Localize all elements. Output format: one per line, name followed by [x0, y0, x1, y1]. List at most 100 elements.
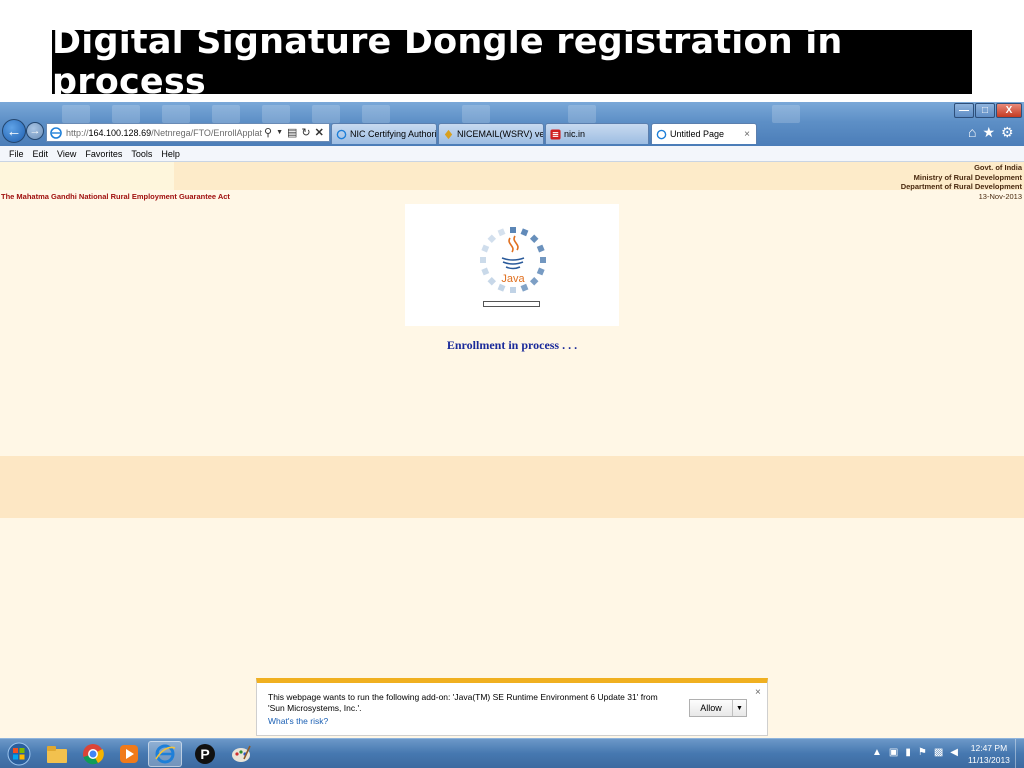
- menu-help[interactable]: Help: [161, 149, 180, 159]
- browser-titlebar: — □ X ← → http://164.100.128.69/Netnrega…: [0, 102, 1024, 146]
- taskbar-media-player[interactable]: [112, 741, 146, 767]
- page-footer-band: [0, 456, 1024, 518]
- notification-message: This webpage wants to run the following …: [268, 692, 658, 713]
- tab-nic-certifying-authority[interactable]: NIC Certifying Authority: [331, 123, 437, 144]
- desktop-thumbnail: [568, 105, 596, 123]
- spinner-segment: [529, 234, 539, 244]
- desktop-thumbnail: [462, 105, 490, 123]
- taskbar-explorer[interactable]: [40, 741, 74, 767]
- start-button[interactable]: [2, 741, 36, 767]
- scheme-name: The Mahatma Gandhi National Rural Employ…: [1, 192, 230, 201]
- java-applet: Java: [405, 204, 619, 326]
- spinner-segment: [480, 257, 486, 263]
- spinner-segment: [510, 227, 516, 233]
- svg-text:P: P: [200, 746, 209, 762]
- spinner-segment: [481, 244, 490, 253]
- menu-tools[interactable]: Tools: [131, 149, 152, 159]
- search-icon[interactable]: ⚲: [264, 126, 272, 139]
- desktop-thumbnail: [312, 105, 340, 123]
- chrome-icon: [83, 744, 104, 765]
- spinner-segment: [536, 244, 545, 253]
- volume-icon[interactable]: ◀: [950, 747, 958, 758]
- taskbar-paint[interactable]: [224, 741, 258, 767]
- header-line: Department of Rural Development: [900, 182, 1022, 191]
- ie-page-icon: [336, 129, 347, 139]
- java-logo-text: Java: [501, 273, 525, 285]
- password-app-icon: P: [195, 744, 215, 764]
- paint-icon: [232, 745, 251, 762]
- tab-label: NICEMAIL(WSRV) ver S...: [457, 129, 544, 139]
- forward-button[interactable]: →: [26, 122, 44, 140]
- tab-nicemail[interactable]: NICEMAIL(WSRV) ver S...: [438, 123, 544, 144]
- ie-page-icon: [656, 129, 667, 139]
- nic-logo-icon: [550, 128, 561, 140]
- menu-file[interactable]: File: [9, 149, 24, 159]
- desktop-thumbnail: [362, 105, 390, 123]
- spinner-segment: [497, 228, 506, 237]
- desktop-thumbnail: [262, 105, 290, 123]
- tab-label: Untitled Page: [670, 129, 725, 139]
- maximize-button[interactable]: □: [975, 103, 995, 118]
- menu-favorites[interactable]: Favorites: [85, 149, 122, 159]
- mail-icon: [444, 129, 453, 139]
- power-icon[interactable]: ▮: [905, 747, 911, 758]
- flag-icon[interactable]: ⚑: [918, 747, 927, 758]
- spinner-segment: [481, 267, 490, 276]
- desktop-thumbnail: [162, 105, 190, 123]
- desktop-thumbnail: [772, 105, 800, 123]
- spinner-segment: [487, 276, 497, 286]
- refresh-icon[interactable]: ↻: [301, 126, 310, 139]
- allow-button[interactable]: Allow ▼: [689, 699, 747, 717]
- address-scheme: http://: [66, 127, 89, 138]
- menu-bar: File Edit View Favorites Tools Help: [0, 146, 1024, 162]
- back-button[interactable]: ←: [2, 119, 26, 143]
- allow-label: Allow: [700, 703, 722, 713]
- tab-close-button[interactable]: ×: [744, 129, 750, 140]
- internet-explorer-icon: [155, 744, 176, 764]
- show-desktop-button[interactable]: [1015, 739, 1024, 768]
- folder-icon: [47, 746, 67, 763]
- address-controls: ⚲ ▼ ▤ ↻ ✕: [262, 124, 326, 141]
- favorites-star-icon[interactable]: ★: [982, 124, 995, 141]
- stop-icon[interactable]: ✕: [315, 126, 324, 139]
- tab-label: NIC Certifying Authority: [350, 129, 437, 139]
- close-window-button[interactable]: X: [996, 103, 1022, 118]
- tab-label: nic.in: [564, 129, 586, 139]
- menu-view[interactable]: View: [57, 149, 76, 159]
- taskbar-password-app[interactable]: P: [188, 741, 222, 767]
- taskbar-chrome[interactable]: [76, 741, 110, 767]
- allow-dropdown-icon[interactable]: ▼: [732, 700, 746, 716]
- home-icon[interactable]: ⌂: [968, 124, 976, 141]
- spinner-segment: [529, 276, 539, 286]
- compatibility-icon[interactable]: ▤: [287, 126, 297, 139]
- network-icon[interactable]: ▩: [934, 747, 943, 758]
- tab-untitled-page[interactable]: Untitled Page ×: [651, 123, 757, 144]
- taskbar-internet-explorer[interactable]: [148, 741, 182, 767]
- spinner-segment: [487, 234, 497, 244]
- slide: Digital Signature Dongle registration in…: [0, 0, 1024, 768]
- menu-edit[interactable]: Edit: [33, 149, 49, 159]
- applet-progress-bar: [483, 301, 540, 307]
- action-center-icon[interactable]: ▣: [889, 747, 898, 758]
- desktop-thumbnail: [112, 105, 140, 123]
- minimize-button[interactable]: —: [954, 103, 974, 118]
- gear-icon[interactable]: ⚙: [1001, 124, 1014, 141]
- government-header: Govt. of India Ministry of Rural Develop…: [901, 163, 1022, 192]
- system-clock[interactable]: 12:47 PM 11/13/2013: [968, 742, 1010, 766]
- clock-date: 11/13/2013: [968, 755, 1010, 765]
- dropdown-arrow-icon[interactable]: ▼: [276, 129, 283, 136]
- whats-the-risk-link[interactable]: What's the risk?: [268, 716, 328, 726]
- address-host: 164.100.128.69: [88, 127, 152, 138]
- browser-window: — □ X ← → http://164.100.128.69/Netnrega…: [0, 102, 1024, 768]
- media-player-icon: [120, 745, 138, 763]
- system-tray: ▲ ▣ ▮ ⚑ ▩ ◀: [872, 747, 958, 758]
- notification-close-button[interactable]: ×: [755, 687, 761, 698]
- tab-nic-in[interactable]: nic.in: [545, 123, 649, 144]
- java-loading-icon: Java: [480, 227, 546, 293]
- slide-title: Digital Signature Dongle registration in…: [52, 22, 972, 102]
- desktop-thumbnail: [62, 105, 90, 123]
- show-hidden-icons-icon[interactable]: ▲: [872, 747, 882, 758]
- toolbar-icons: ⌂ ★ ⚙: [968, 124, 1014, 141]
- taskbar: P ▲ ▣ ▮ ⚑ ▩ ◀ 12:47 PM 11/13/2013: [0, 738, 1024, 768]
- clock-time: 12:47 PM: [970, 743, 1008, 753]
